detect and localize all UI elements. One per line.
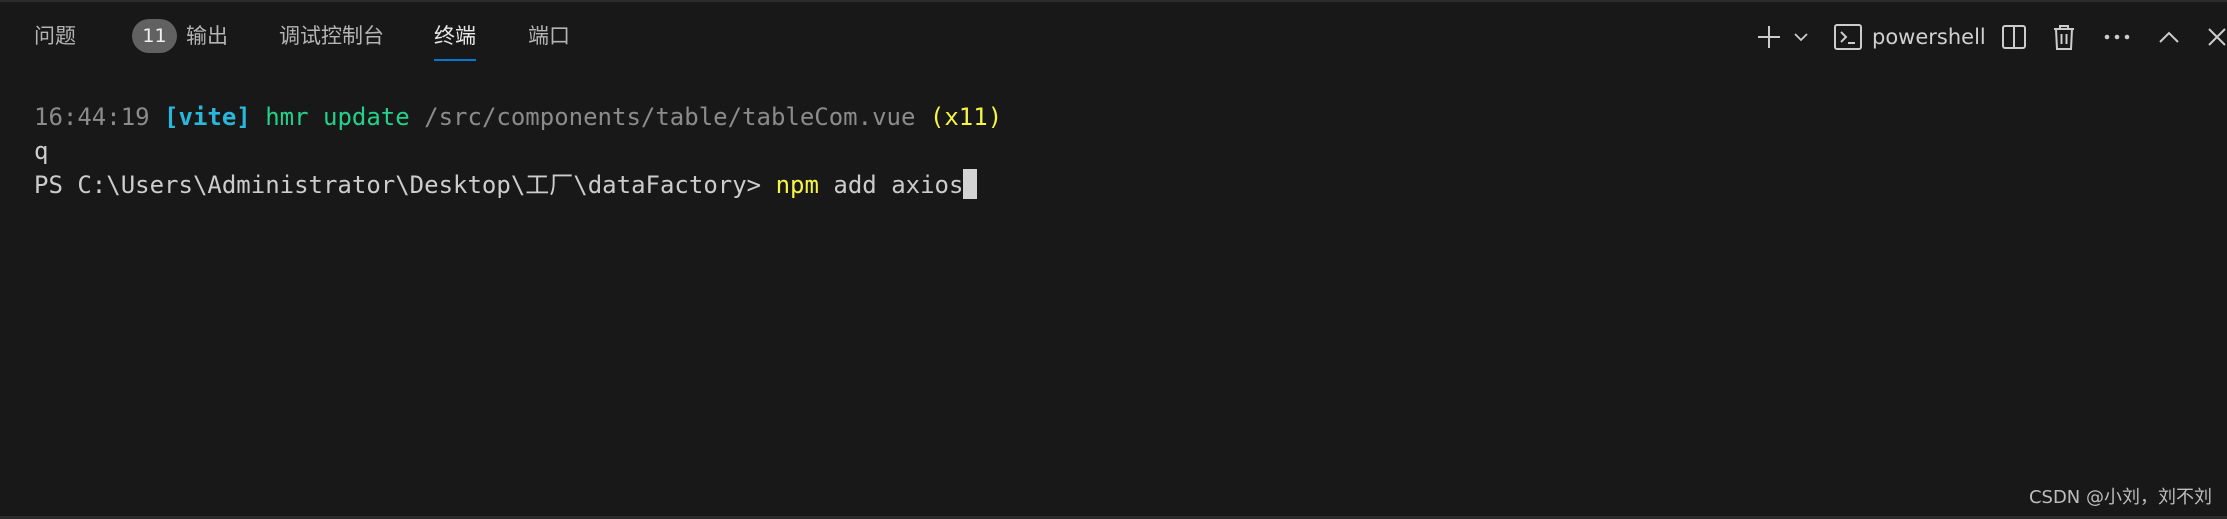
maximize-panel-button[interactable] bbox=[2154, 19, 2184, 55]
tab-output[interactable]: 输出 bbox=[186, 2, 228, 70]
tab-output-label: 输出 bbox=[186, 24, 228, 48]
launch-profile-dropdown[interactable] bbox=[1790, 19, 1812, 55]
watermark: CSDN @小刘，刘不刘 bbox=[2028, 487, 2212, 508]
update-count: (x11) bbox=[929, 103, 1003, 131]
new-terminal-button[interactable] bbox=[1753, 19, 1785, 55]
hmr-action: hmr update bbox=[265, 103, 410, 131]
tab-debug-console-label: 调试控制台 bbox=[279, 24, 384, 48]
tab-ports[interactable]: 端口 bbox=[528, 2, 570, 70]
tab-terminal-label: 终端 bbox=[434, 24, 476, 48]
plus-icon bbox=[1756, 24, 1782, 50]
terminal-line-input: q bbox=[34, 137, 49, 165]
tab-problems-label: 问题 bbox=[34, 24, 76, 48]
terminal-shell-name[interactable]: powershell bbox=[1872, 19, 1986, 55]
updated-file-path: /src/components/table/tableCom.vue bbox=[424, 103, 916, 131]
tab-problems[interactable]: 问题 11 bbox=[34, 2, 184, 70]
panel-tab-bar: 问题 11 输出 调试控制台 终端 端口 powershell bbox=[0, 2, 2227, 74]
active-tab-indicator bbox=[434, 59, 476, 61]
problems-count-badge: 11 bbox=[132, 19, 177, 53]
command-args: add axios bbox=[833, 171, 964, 199]
tab-ports-label: 端口 bbox=[528, 24, 570, 48]
trash-icon bbox=[2052, 23, 2076, 51]
tab-terminal[interactable]: 终端 bbox=[434, 2, 476, 70]
close-icon bbox=[2207, 27, 2227, 47]
terminal-cursor bbox=[963, 169, 978, 199]
chevron-down-icon bbox=[1793, 31, 1809, 43]
vite-tag: [vite] bbox=[164, 103, 251, 131]
terminal-profile-button[interactable] bbox=[1830, 19, 1866, 55]
terminal-icon bbox=[1833, 23, 1863, 51]
split-terminal-button[interactable] bbox=[1999, 19, 2029, 55]
close-panel-button[interactable] bbox=[2207, 19, 2227, 55]
more-actions-button[interactable] bbox=[2101, 19, 2133, 55]
terminal-line-prompt: PS C:\Users\Administrator\Desktop\工厂\dat… bbox=[34, 168, 978, 202]
command-name: npm bbox=[775, 171, 819, 199]
terminal-line-vite-hmr: 16:44:19 [vite] hmr update /src/componen… bbox=[34, 100, 1002, 134]
prompt-path: PS C:\Users\Administrator\Desktop\工厂\dat… bbox=[34, 171, 762, 199]
timestamp: 16:44:19 bbox=[34, 103, 150, 131]
split-icon bbox=[2001, 24, 2027, 50]
more-icon bbox=[2103, 33, 2131, 41]
terminal-output[interactable]: 16:44:19 [vite] hmr update /src/componen… bbox=[0, 74, 2227, 514]
kill-terminal-button[interactable] bbox=[2050, 19, 2078, 55]
tab-debug-console[interactable]: 调试控制台 bbox=[279, 2, 384, 70]
chevron-up-icon bbox=[2158, 30, 2180, 44]
